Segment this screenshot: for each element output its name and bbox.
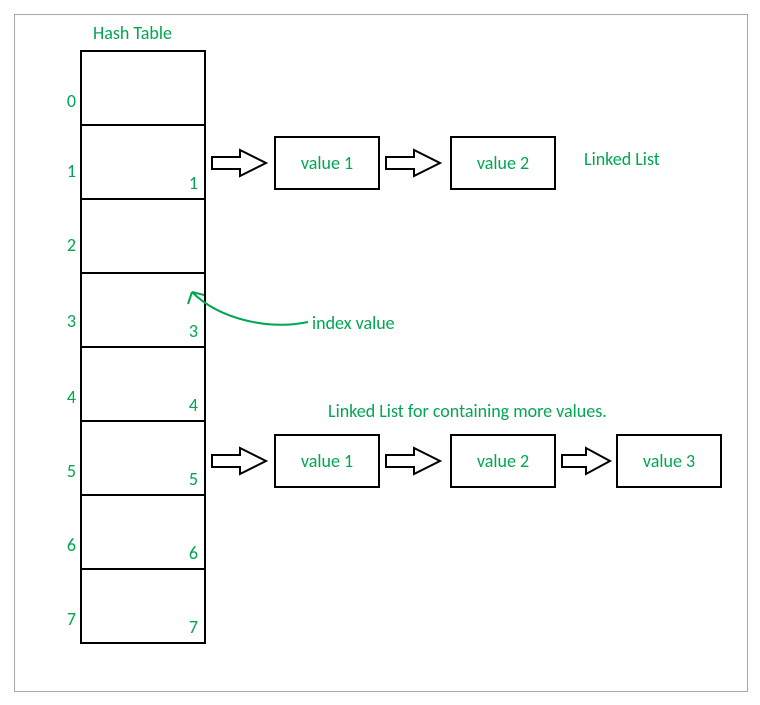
chain-value: value 1 xyxy=(301,152,353,174)
arrow-icon xyxy=(384,148,442,178)
bucket-outer-index: 6 xyxy=(56,534,76,556)
bucket-4: 4 xyxy=(80,346,206,422)
chain-node: value 1 xyxy=(274,434,380,488)
curve-arrow-icon xyxy=(180,280,330,340)
bucket-1: 1 xyxy=(80,124,206,200)
arrow-icon xyxy=(560,446,612,476)
chain-node: value 3 xyxy=(616,434,722,488)
bucket-outer-index: 4 xyxy=(56,386,76,408)
chain-value: value 2 xyxy=(477,152,529,174)
arrow-icon xyxy=(384,446,442,476)
linked-list-label: Linked List xyxy=(584,148,660,170)
chain-value: value 1 xyxy=(301,450,353,472)
index-value-label: index value xyxy=(312,312,395,334)
bucket-outer-index: 0 xyxy=(56,90,76,112)
bucket-outer-index: 1 xyxy=(56,160,76,182)
chain-node: value 1 xyxy=(274,136,380,190)
chain-node: value 2 xyxy=(450,434,556,488)
bucket-outer-index: 2 xyxy=(56,234,76,256)
arrow-icon xyxy=(210,446,268,476)
bucket-outer-index: 7 xyxy=(56,608,76,630)
bucket-7: 7 xyxy=(80,568,206,644)
bucket-inner-index: 4 xyxy=(189,394,198,416)
hash-table: 1 3 4 5 6 7 xyxy=(80,50,206,644)
bucket-5: 5 xyxy=(80,420,206,496)
bucket-0 xyxy=(80,50,206,126)
bucket-inner-index: 6 xyxy=(189,542,198,564)
bucket-inner-index: 5 xyxy=(189,468,198,490)
bucket-outer-index: 3 xyxy=(56,310,76,332)
chain-node: value 2 xyxy=(450,136,556,190)
title-label: Hash Table xyxy=(93,22,172,44)
bucket-inner-index: 7 xyxy=(189,616,198,638)
bucket-outer-index: 5 xyxy=(56,460,76,482)
chain-value: value 3 xyxy=(643,450,695,472)
bucket-inner-index: 1 xyxy=(189,172,198,194)
diagram-canvas: Hash Table 1 3 4 5 6 7 0 1 2 3 4 5 6 7 v… xyxy=(0,0,760,705)
arrow-icon xyxy=(210,148,268,178)
bucket-6: 6 xyxy=(80,494,206,570)
chain-value: value 2 xyxy=(477,450,529,472)
linked-list-more-label: Linked List for containing more values. xyxy=(328,400,607,422)
bucket-2 xyxy=(80,198,206,274)
